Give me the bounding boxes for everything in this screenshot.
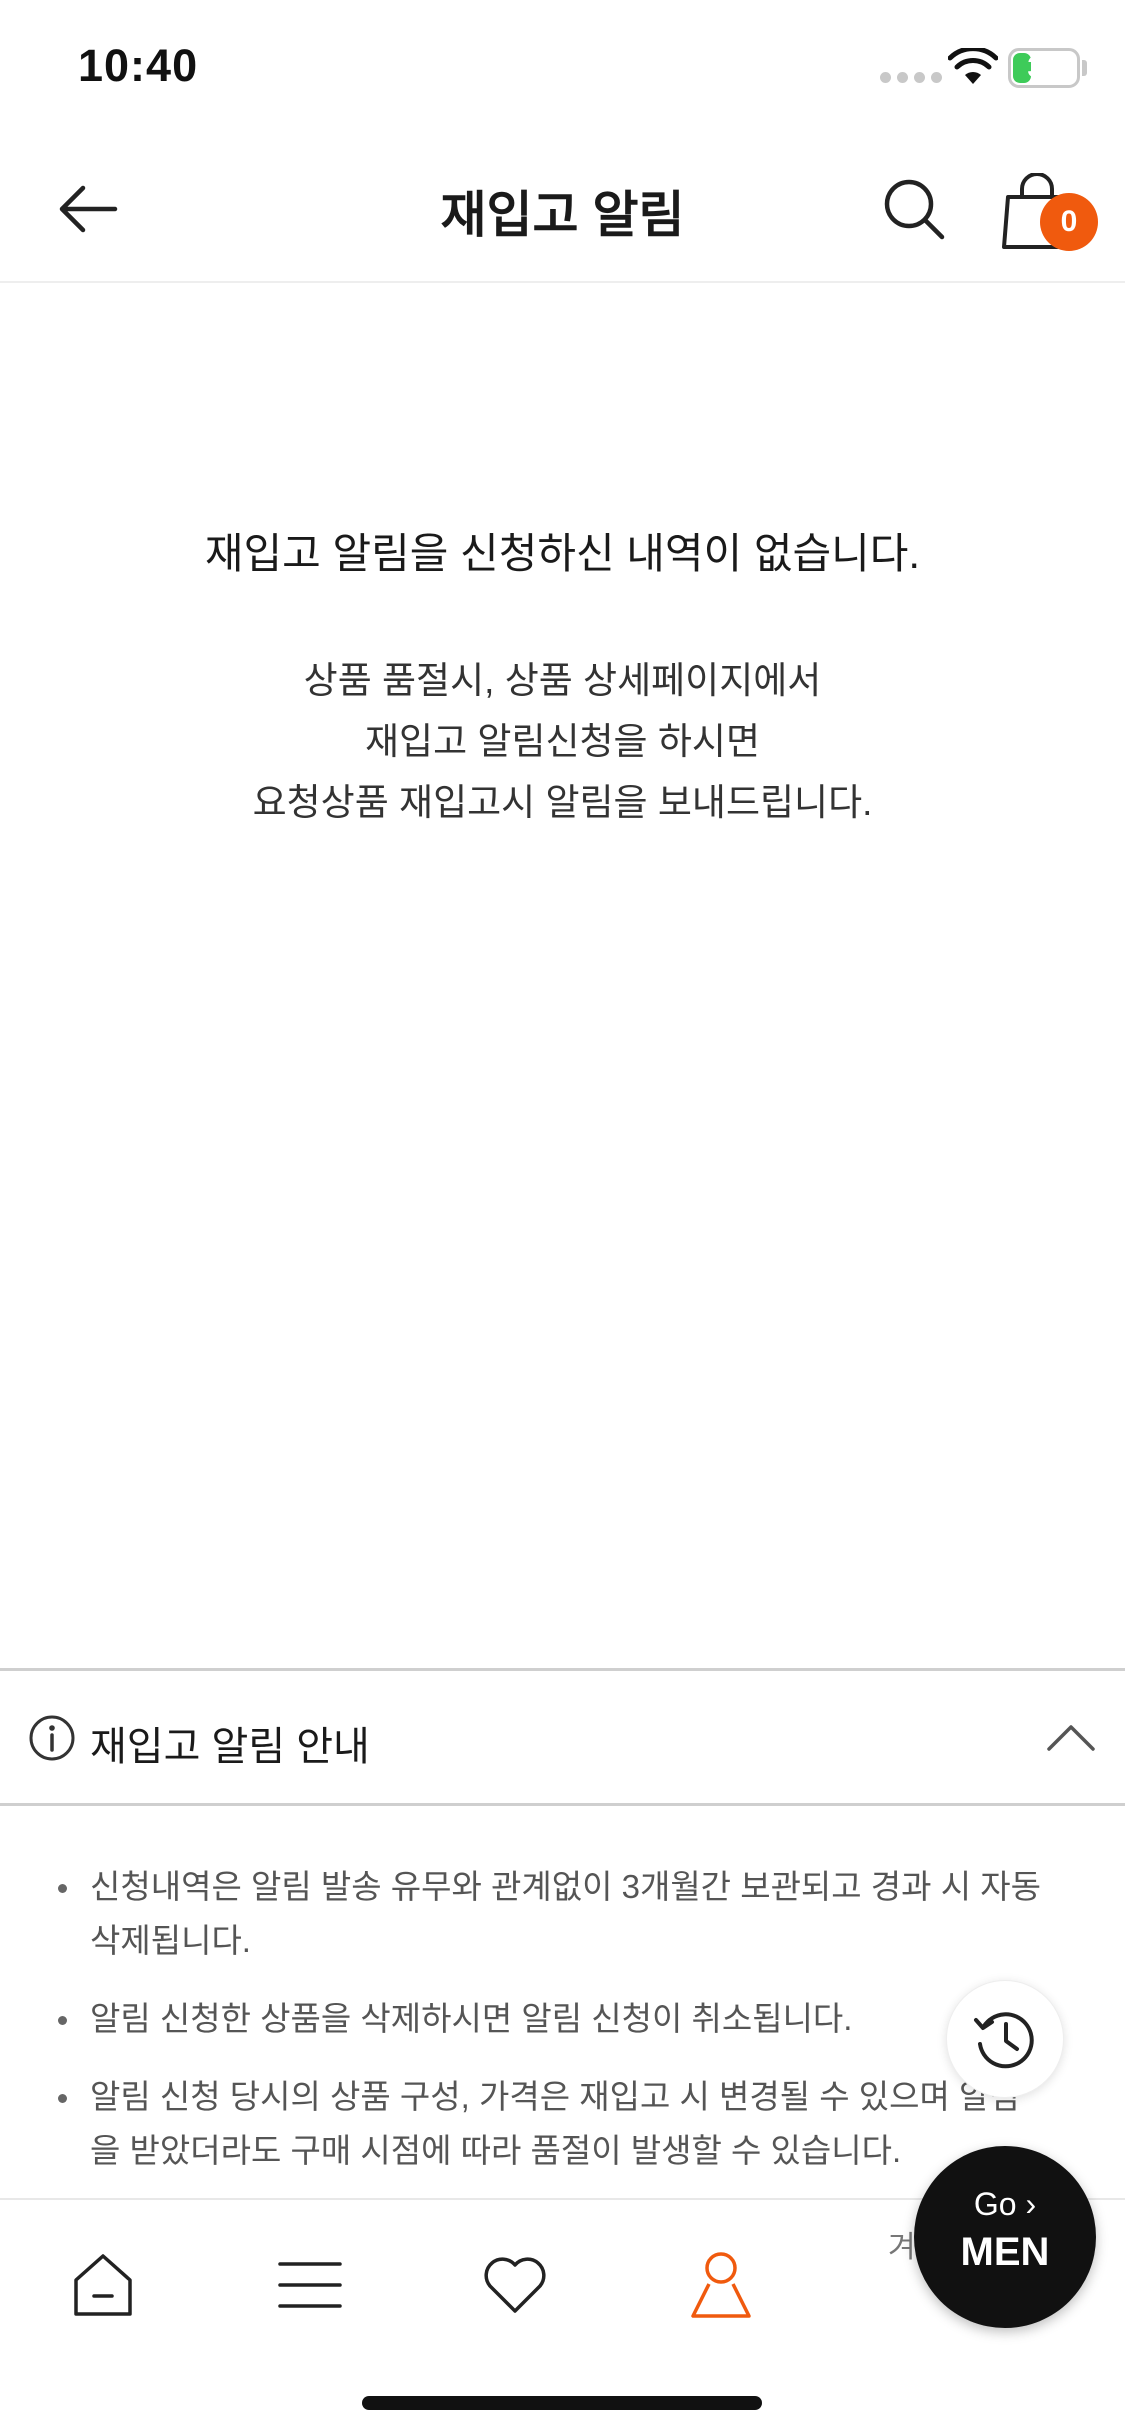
nav-wishlist[interactable] [470, 2240, 560, 2330]
go-label: Go › [973, 2186, 1037, 2222]
nav-menu[interactable] [265, 2240, 355, 2330]
go-men-button[interactable]: Go › MEN [914, 2146, 1096, 2328]
recent-history-button[interactable] [946, 1980, 1064, 2098]
menu-icon [278, 2262, 342, 2308]
page-title: 재입고 알림 [440, 187, 685, 243]
heart-icon [484, 2257, 546, 2313]
empty-state-title: 재입고 알림을 신청하신 내역이 없습니다. [204, 530, 921, 577]
search-button[interactable] [872, 167, 956, 251]
nav-mypage[interactable] [676, 2240, 766, 2330]
notice-item: 신청내역은 알림 발송 유무와 관계없이 3개월간 보관되고 경과 시 자동 삭… [0, 1860, 1125, 1968]
status-time: 10:40 [78, 40, 199, 91]
empty-desc-line: 재입고 알림신청을 하시면 [365, 721, 760, 762]
signal-icon [880, 72, 942, 83]
battery-icon: 33 [1008, 48, 1080, 88]
empty-state-description: 상품 품절시, 상품 상세페이지에서 재입고 알림신청을 하시면 요청상품 재입… [0, 650, 1125, 833]
chevron-up-icon[interactable] [1045, 1711, 1097, 1763]
empty-desc-line: 상품 품절시, 상품 상세페이지에서 [303, 660, 822, 701]
search-icon [884, 179, 945, 240]
app-screen: 10:40 33 재입고 알림 0 재입고 알림을 신청하신 내역이 없습니다.… [0, 0, 1125, 2436]
nav-home[interactable] [58, 2240, 148, 2330]
status-bar: 10:40 33 [0, 0, 1125, 135]
battery-cap [1082, 60, 1087, 76]
men-label: MEN [960, 2230, 1050, 2274]
header: 재입고 알림 0 [0, 135, 1125, 283]
home-indicator [362, 2396, 762, 2410]
notice-title: 재입고 알림 안내 [90, 1725, 370, 1769]
home-icon [74, 2254, 132, 2316]
history-clock-icon [974, 2012, 1034, 2069]
battery-level: 33 [1027, 51, 1061, 84]
person-icon [691, 2252, 751, 2318]
info-icon [29, 1715, 75, 1761]
wifi-icon [948, 48, 998, 84]
nav-partial-text: 겨 [888, 2231, 916, 2264]
notice-accordion-header[interactable]: 재입고 알림 안내 [0, 1668, 1125, 1806]
empty-desc-line: 요청상품 재입고시 알림을 보내드립니다. [252, 782, 873, 823]
cart-count-badge: 0 [1040, 193, 1098, 251]
